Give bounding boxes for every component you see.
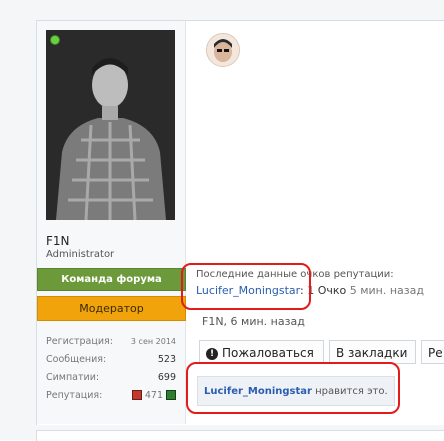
next-post-edge — [36, 430, 444, 441]
last-edit-info: F1N, 6 мин. назад — [202, 315, 305, 328]
stat-label: Сообщения: — [46, 353, 107, 365]
reputation-time: 5 мин. назад — [349, 284, 424, 297]
exclamation-icon: ! — [206, 347, 218, 360]
moderator-banner: Модератор — [37, 296, 186, 321]
stat-registration: Регистрация: 3 сен 2014 — [46, 332, 176, 350]
post-author-avatar[interactable] — [206, 33, 240, 67]
stat-messages: Сообщения: 523 — [46, 350, 176, 368]
more-button[interactable]: Ре — [421, 340, 444, 364]
online-status-indicator — [50, 35, 60, 45]
reputation-positive-icon[interactable] — [166, 390, 176, 400]
highlight-annotation — [181, 263, 311, 310]
stat-value: 3 сен 2014 — [130, 336, 176, 346]
stat-value[interactable]: 523 — [158, 354, 176, 365]
stat-label: Симпатии: — [46, 371, 100, 383]
report-label: Пожаловаться — [222, 346, 314, 360]
user-stats: Регистрация: 3 сен 2014 Сообщения: 523 С… — [46, 332, 176, 404]
stat-label: Репутация: — [46, 389, 103, 401]
reputation-number: 471 — [144, 389, 163, 401]
username[interactable]: F1N — [46, 234, 70, 248]
stat-value: 699 — [157, 371, 176, 383]
highlight-annotation — [186, 362, 400, 414]
user-title: Administrator — [46, 249, 115, 260]
stat-reputation: Репутация: 471 — [46, 386, 176, 404]
stat-label: Регистрация: — [46, 335, 113, 347]
stat-likes: Симпатии: 699 — [46, 368, 176, 386]
reputation-negative-icon[interactable] — [131, 390, 142, 400]
bookmark-button[interactable]: В закладки — [329, 340, 416, 364]
user-avatar[interactable] — [46, 30, 175, 220]
reputation-value: 471 — [131, 389, 176, 401]
report-button[interactable]: ! Пожаловаться — [199, 340, 324, 364]
team-banner: Команда форума — [37, 268, 186, 291]
